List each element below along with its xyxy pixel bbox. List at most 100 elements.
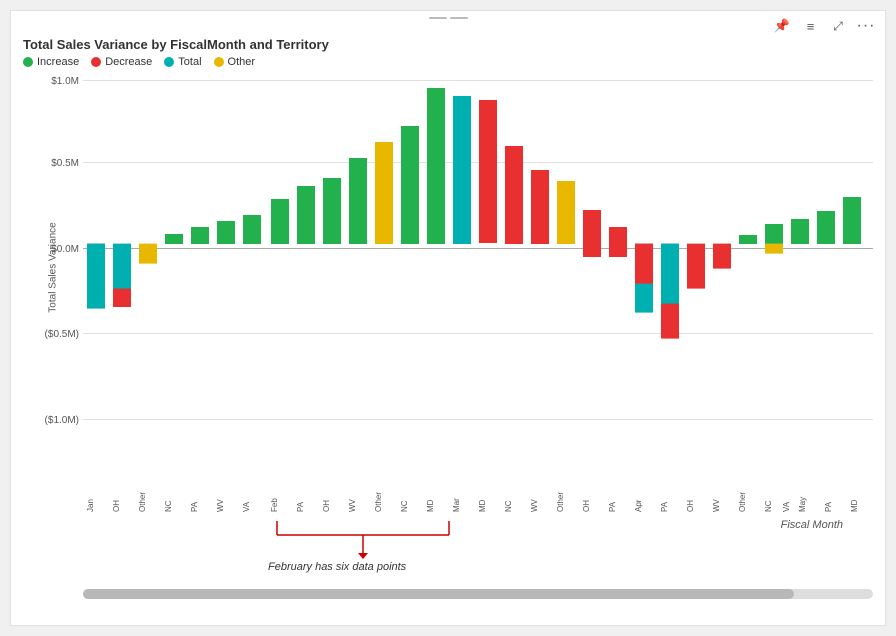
xlabel-mar: Mar bbox=[452, 498, 461, 512]
xlabel-other1: Other bbox=[138, 492, 147, 512]
x-axis-labels: Jan OH Other NC PA WV VA Feb PA OH WV Ot… bbox=[83, 462, 873, 517]
legend-label-decrease: Decrease bbox=[105, 56, 152, 68]
y-tick-05m: $0.5M bbox=[25, 158, 79, 169]
feb-annotation-label: February has six data points bbox=[268, 561, 406, 573]
chart-title: Total Sales Variance by FiscalMonth and … bbox=[23, 37, 873, 52]
pin-icon[interactable]: 📌 bbox=[773, 17, 791, 35]
xlabel-md3: MD bbox=[850, 499, 859, 512]
top-right-icons: 📌 ≡ ⤢ ··· bbox=[773, 17, 875, 35]
bar-pa-feb bbox=[297, 186, 315, 244]
xlabel-jan: Jan bbox=[86, 499, 95, 512]
bar-wv-feb bbox=[349, 158, 367, 244]
legend-dot-decrease bbox=[91, 57, 101, 67]
bar-jan-total2 bbox=[87, 244, 105, 309]
legend-total: Total bbox=[164, 56, 201, 68]
xlabel-pa1: PA bbox=[190, 501, 199, 512]
y-tick-1m: $1.0M bbox=[25, 76, 79, 87]
xlabel-nc1: NC bbox=[164, 500, 173, 512]
bar-nc-mar bbox=[505, 146, 523, 244]
xlabel-pa4: PA bbox=[660, 501, 669, 512]
bar-va-apr bbox=[765, 224, 783, 244]
xlabel-va1: VA bbox=[242, 501, 251, 512]
bar-pa-mar bbox=[609, 227, 627, 257]
drag-handle[interactable] bbox=[429, 17, 468, 19]
bar-md-mar bbox=[479, 100, 497, 243]
bar-nc-apr bbox=[739, 235, 757, 244]
bar-feb bbox=[271, 199, 289, 244]
bar-oh-total bbox=[113, 244, 131, 289]
xlabel-other3: Other bbox=[556, 492, 565, 512]
y-tick-n05m: ($0.5M) bbox=[25, 329, 79, 340]
xlabel-oh1: OH bbox=[112, 500, 121, 512]
bar-wv-apr bbox=[687, 244, 705, 289]
legend-dot-total bbox=[164, 57, 174, 67]
xlabel-md2: MD bbox=[478, 499, 487, 512]
filter-icon[interactable]: ≡ bbox=[801, 17, 819, 35]
bar-nc-feb bbox=[401, 126, 419, 244]
y-tick-n1m: ($1.0M) bbox=[25, 415, 79, 426]
x-labels-svg: Jan OH Other NC PA WV VA Feb PA OH WV Ot… bbox=[83, 462, 873, 517]
xlabel-wv2: WV bbox=[348, 498, 357, 512]
xlabel-other2: Other bbox=[374, 492, 383, 512]
fiscal-month-label: Fiscal Month bbox=[781, 519, 843, 531]
legend: Increase Decrease Total Other bbox=[23, 56, 873, 68]
bar-pa1 bbox=[191, 227, 209, 244]
more-icon[interactable]: ··· bbox=[857, 17, 875, 35]
xlabel-oh4: OH bbox=[686, 500, 695, 512]
xlabel-nc4: NC bbox=[764, 500, 773, 512]
bar-wv1 bbox=[217, 221, 235, 244]
bar-other1 bbox=[139, 244, 157, 264]
bar-other-apr bbox=[713, 244, 731, 269]
bar-md-feb bbox=[427, 88, 445, 244]
xlabel-apr: Apr bbox=[634, 499, 643, 512]
xlabel-nc3: NC bbox=[504, 500, 513, 512]
legend-decrease: Decrease bbox=[91, 56, 152, 68]
bar-mar bbox=[453, 96, 471, 244]
bar-other-mar bbox=[557, 181, 575, 244]
xlabel-wv4: WV bbox=[712, 498, 721, 512]
card: 📌 ≡ ⤢ ··· Total Sales Variance by Fiscal… bbox=[10, 10, 886, 626]
annotation-area: Fiscal Month February has six data point… bbox=[83, 517, 873, 587]
legend-label-other: Other bbox=[228, 56, 256, 68]
legend-dot-increase bbox=[23, 57, 33, 67]
scrollbar-thumb[interactable] bbox=[83, 589, 794, 599]
bar-md-may bbox=[843, 197, 861, 244]
xlabel-wv3: WV bbox=[530, 498, 539, 512]
legend-label-total: Total bbox=[178, 56, 201, 68]
bars-svg bbox=[83, 72, 873, 462]
xlabel-other4: Other bbox=[738, 492, 747, 512]
bar-oh-feb bbox=[323, 178, 341, 244]
bar-apr-total bbox=[661, 244, 679, 304]
xlabel-may: May bbox=[798, 497, 807, 512]
xlabel-pa5: PA bbox=[824, 501, 833, 512]
bar-va1 bbox=[243, 215, 261, 244]
bar-oh-mar bbox=[583, 210, 601, 257]
xlabel-va2: VA bbox=[782, 501, 791, 512]
expand-icon[interactable]: ⤢ bbox=[829, 17, 847, 35]
bar-nc1 bbox=[165, 234, 183, 244]
xlabel-oh3: OH bbox=[582, 500, 591, 512]
y-tick-0m: $0.0M bbox=[25, 244, 79, 255]
bar-pa-may bbox=[817, 211, 835, 244]
y-axis-label: Total Sales Variance bbox=[48, 222, 59, 312]
chart-inner: $1.0M $0.5M $0.0M ($0.5M) ($1.0M) bbox=[83, 72, 873, 462]
xlabel-oh2: OH bbox=[322, 500, 331, 512]
xlabel-pa2: PA bbox=[296, 501, 305, 512]
legend-other: Other bbox=[214, 56, 256, 68]
top-bar bbox=[11, 17, 885, 19]
bar-pa-apr-r bbox=[635, 244, 653, 284]
xlabel-feb: Feb bbox=[270, 498, 279, 512]
xlabel-pa3: PA bbox=[608, 501, 617, 512]
xlabel-wv1: WV bbox=[216, 498, 225, 512]
xlabel-md1: MD bbox=[426, 499, 435, 512]
bar-other-feb bbox=[375, 142, 393, 244]
legend-increase: Increase bbox=[23, 56, 79, 68]
legend-dot-other bbox=[214, 57, 224, 67]
arrow-head bbox=[358, 553, 368, 559]
xlabel-nc2: NC bbox=[400, 500, 409, 512]
scrollbar-track[interactable] bbox=[83, 589, 873, 599]
bar-other-va bbox=[765, 244, 783, 254]
bar-may bbox=[791, 219, 809, 244]
bar-wv-mar bbox=[531, 170, 549, 244]
legend-label-increase: Increase bbox=[37, 56, 79, 68]
